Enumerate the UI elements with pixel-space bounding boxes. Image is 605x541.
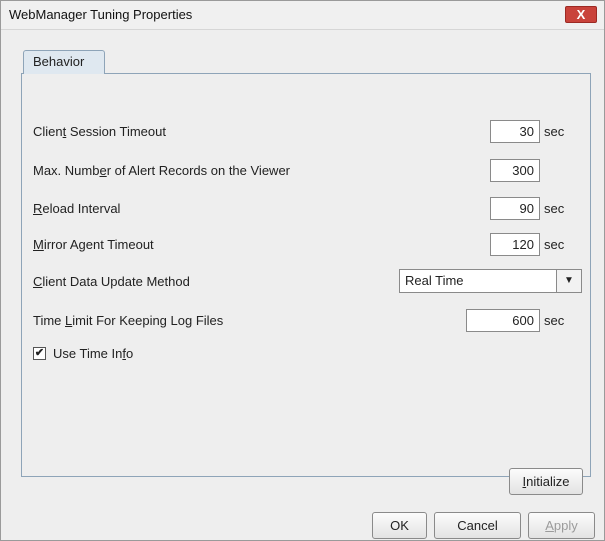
use-time-info-checkbox[interactable]: ✔ [33,347,46,360]
close-icon: X [576,7,586,22]
window-title: WebManager Tuning Properties [9,7,193,22]
client-session-timeout-label: Client Session Timeout [33,124,166,139]
reload-interval-unit: sec [544,201,565,216]
cancel-button[interactable]: Cancel [434,512,521,539]
mirror-agent-timeout-input[interactable]: 120 [490,233,540,256]
client-data-update-method-select[interactable]: Real Time ▼ [399,269,582,293]
ok-button[interactable]: OK [372,512,427,539]
client-session-timeout-unit: sec [544,124,565,139]
reload-interval-label: Reload Interval [33,201,121,216]
reload-interval-input[interactable]: 90 [490,197,540,220]
client-session-timeout-input[interactable]: 30 [490,120,540,143]
tuning-properties-dialog: WebManager Tuning Properties X Behavior … [0,0,605,541]
max-alert-records-label: Max. Number of Alert Records on the View… [33,163,290,178]
client-data-update-method-value: Real Time [405,273,464,288]
mirror-agent-timeout-label: Mirror Agent Timeout [33,237,154,252]
chevron-down-icon[interactable]: ▼ [556,270,581,292]
mirror-agent-timeout-unit: sec [544,237,565,252]
close-button[interactable]: X [565,6,597,23]
log-time-limit-input[interactable]: 600 [466,309,540,332]
title-bar: WebManager Tuning Properties X [1,1,604,30]
apply-button[interactable]: Apply [528,512,595,539]
log-time-limit-label: Time Limit For Keeping Log Files [33,313,224,328]
tab-behavior[interactable]: Behavior [23,50,105,74]
log-time-limit-unit: sec [544,313,565,328]
tab-behavior-label: Behavior [33,54,85,69]
client-data-update-method-label: Client Data Update Method [33,274,190,289]
initialize-button[interactable]: Initialize [509,468,583,495]
max-alert-records-input[interactable]: 300 [490,159,540,182]
use-time-info-label[interactable]: Use Time Info [53,346,133,361]
